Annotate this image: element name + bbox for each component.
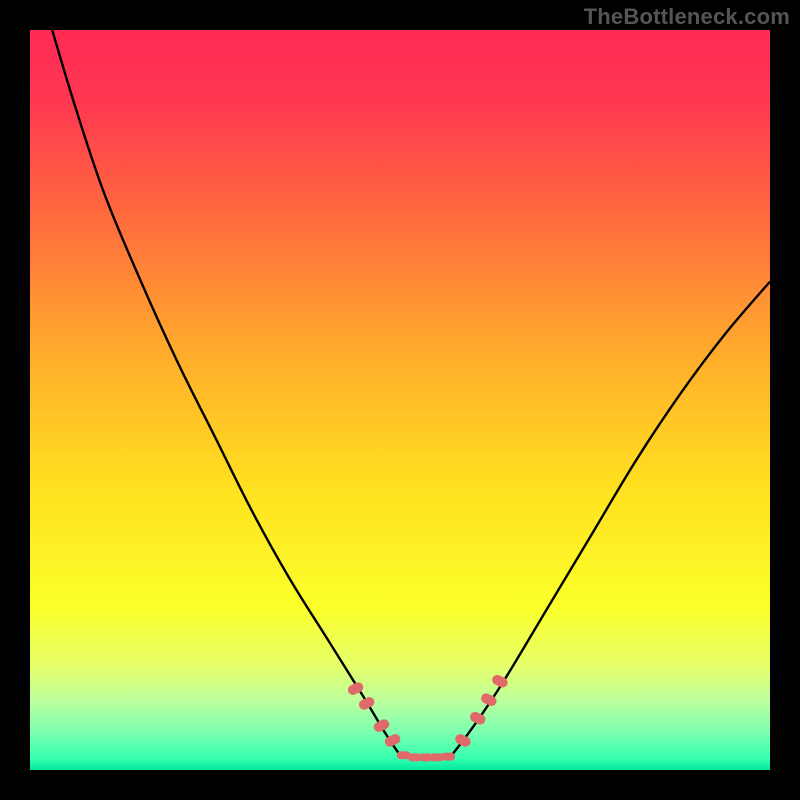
chart-frame: TheBottleneck.com	[0, 0, 800, 800]
curves-layer	[30, 30, 770, 770]
plot-area	[30, 30, 770, 770]
left-curve	[52, 30, 400, 755]
marker-dot	[357, 695, 376, 711]
marker-dot	[454, 732, 473, 748]
bottleneck-markers	[346, 673, 509, 761]
attribution-text: TheBottleneck.com	[584, 4, 790, 30]
marker-dot	[372, 718, 391, 734]
marker-dot	[441, 753, 455, 761]
